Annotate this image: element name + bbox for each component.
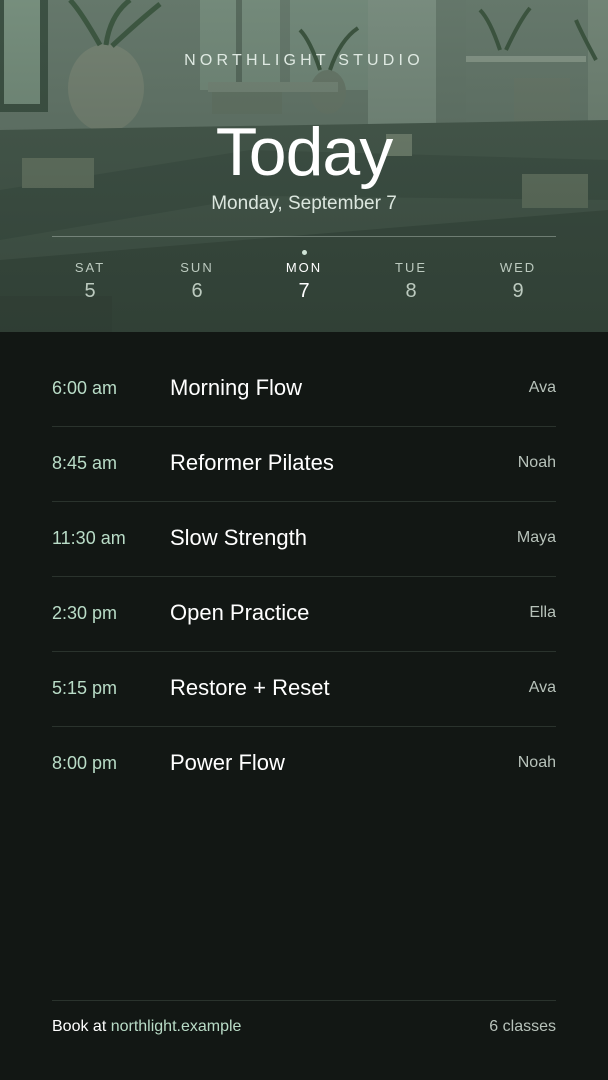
day-number: 6 [191,280,203,302]
hero-banner: NORTHLIGHT STUDIO Today Monday, Septembe… [0,0,608,332]
day-number: 8 [405,280,417,302]
footer-divider [52,1000,556,1001]
day-label: WED [499,260,537,275]
class-time: 11:30 am [52,528,126,548]
class-row[interactable]: 11:30 am Slow Strength Maya [52,502,556,577]
class-instructor: Maya [516,529,556,546]
class-time: 8:00 pm [52,753,118,773]
page-title: Today [215,114,393,190]
class-name: Morning Flow [170,375,303,400]
day-label: SUN [180,260,214,275]
class-instructor: Ava [528,379,556,396]
class-instructor: Noah [517,754,556,771]
day-label: SAT [74,260,106,275]
class-list: 6:00 am Morning Flow Ava 8:45 am Reforme… [52,352,556,801]
class-count: 6 classes [489,1018,556,1035]
day-tab-sat[interactable]: SAT 5 [50,250,130,303]
day-tab-mon[interactable]: MON 7 [264,250,344,303]
class-name: Reformer Pilates [170,450,334,475]
class-row[interactable]: 8:45 am Reformer Pilates Noah [52,427,556,502]
day-tab-tue[interactable]: TUE 8 [371,250,451,303]
class-time: 6:00 am [52,378,118,398]
day-tab-sun[interactable]: SUN 6 [157,250,237,303]
selected-dot-icon [301,250,307,255]
day-label: TUE [395,260,427,275]
class-time: 8:45 am [52,453,118,473]
day-number: 7 [298,280,310,302]
class-row[interactable]: 2:30 pm Open Practice Ella [52,577,556,652]
class-row[interactable]: 6:00 am Morning Flow Ava [52,352,556,427]
class-name: Restore + Reset [170,675,330,700]
class-time: 5:15 pm [52,678,118,698]
class-row[interactable]: 8:00 pm Power Flow Noah [52,727,556,801]
class-name: Slow Strength [170,525,307,550]
class-instructor: Ella [529,604,556,621]
booking-link[interactable]: northlight.example [111,1018,242,1035]
current-date: Monday, September 7 [211,193,397,214]
day-label: MON [285,260,323,275]
booking-info: Book at northlight.example [52,1018,241,1036]
divider [52,236,556,237]
day-tab-wed[interactable]: WED 9 [478,250,558,303]
booking-prefix: Book at [52,1018,111,1035]
schedule-screen: NORTHLIGHT STUDIO Today Monday, Septembe… [0,0,608,1080]
day-number: 9 [512,280,524,302]
class-instructor: Noah [517,454,556,471]
studio-brand: NORTHLIGHT STUDIO [184,52,424,69]
class-row[interactable]: 5:15 pm Restore + Reset Ava [52,652,556,727]
class-instructor: Ava [528,679,556,696]
class-name: Open Practice [170,600,310,625]
class-name: Power Flow [170,750,285,775]
day-number: 5 [84,280,96,302]
class-time: 2:30 pm [52,603,118,623]
